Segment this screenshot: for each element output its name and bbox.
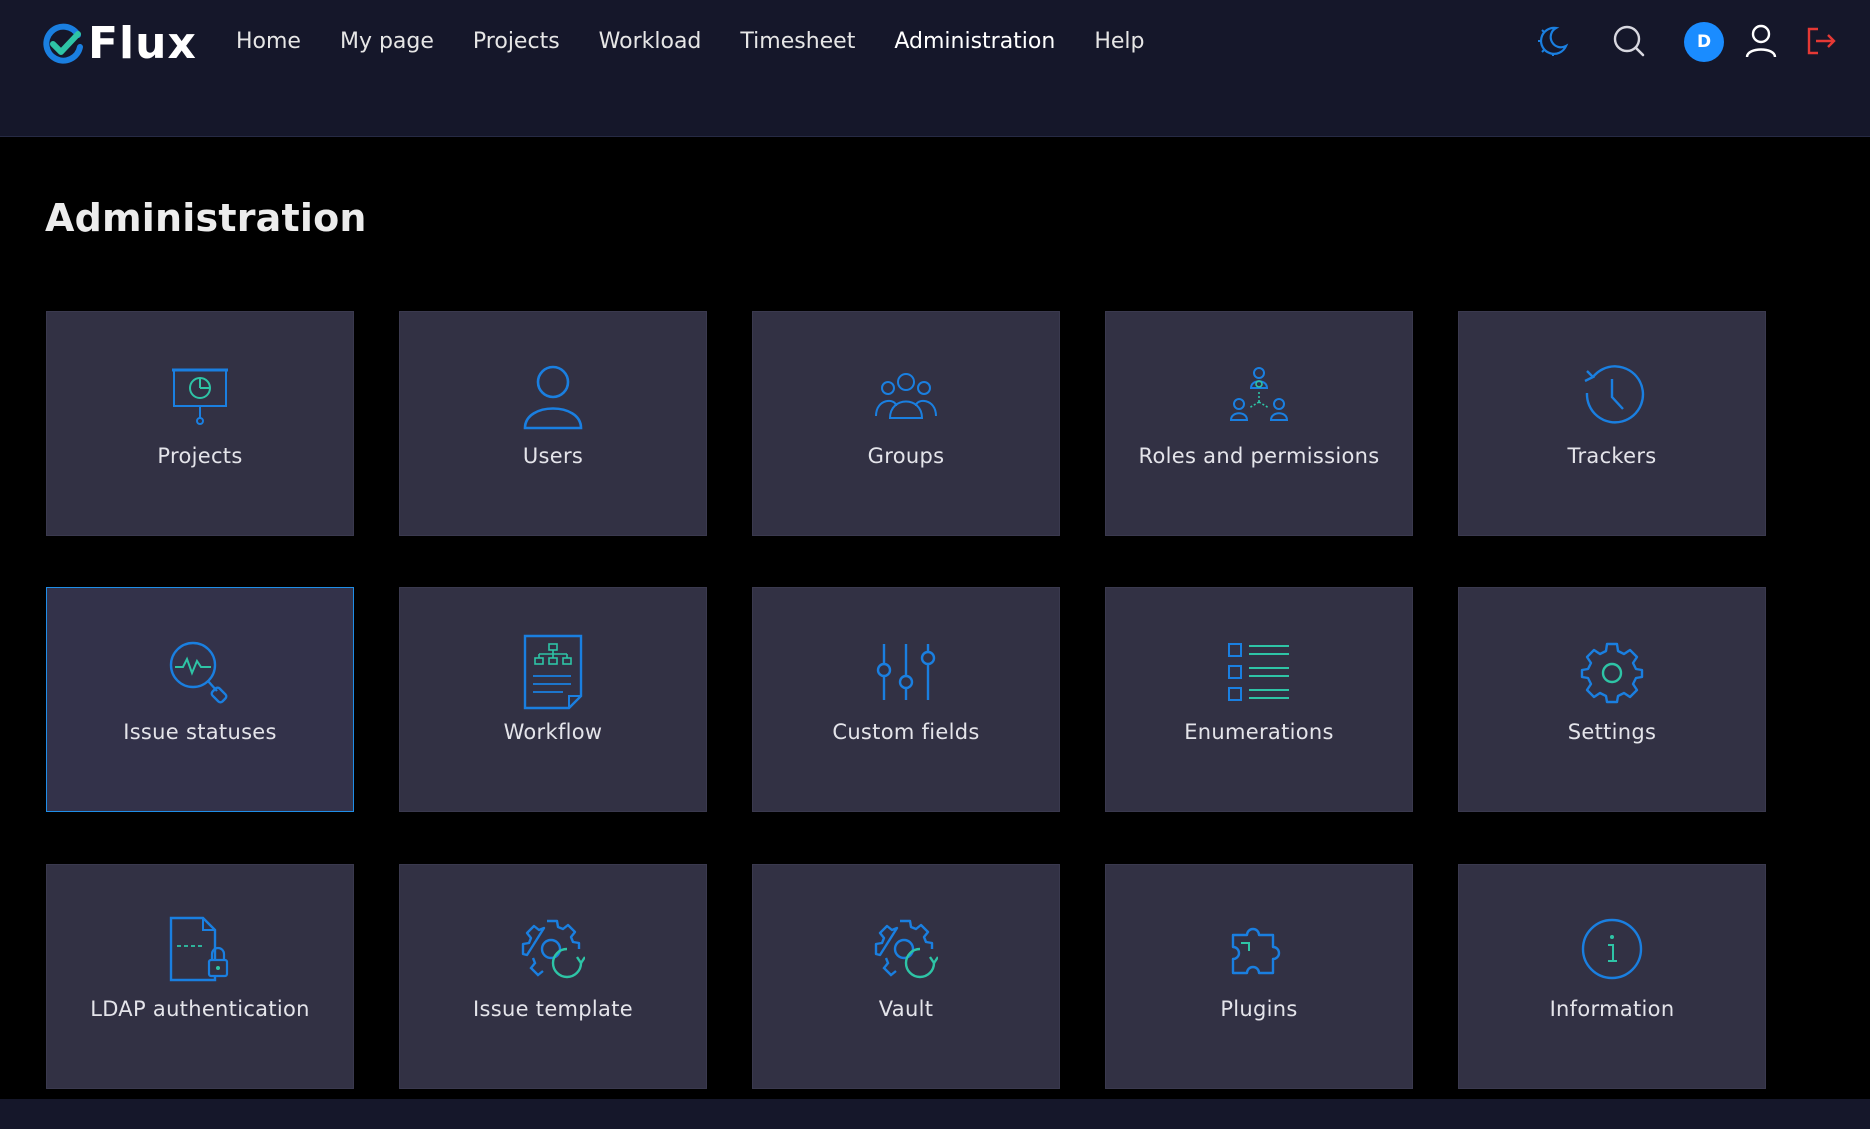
sliders-icon (870, 636, 942, 708)
card-users[interactable]: Users (399, 311, 707, 536)
card-enumerations[interactable]: Enumerations (1105, 587, 1413, 812)
check-logo-icon (43, 23, 83, 64)
page-title: Administration (45, 196, 367, 240)
card-label: Issue template (473, 997, 633, 1021)
gear-refresh-icon (517, 913, 589, 985)
nav-administration[interactable]: Administration (894, 26, 1055, 58)
nav-my-page[interactable]: My page (340, 26, 434, 58)
card-custom-fields[interactable]: Custom fields (752, 587, 1060, 812)
card-roles-and-permissions[interactable]: Roles and permissions (1105, 311, 1413, 536)
group-icon (870, 360, 942, 432)
card-label: Groups (867, 444, 945, 468)
card-vault[interactable]: Vault (752, 864, 1060, 1089)
card-label: Custom fields (832, 720, 980, 744)
avatar[interactable]: D (1684, 22, 1724, 62)
card-label: Settings (1567, 720, 1657, 744)
card-label: LDAP authentication (90, 997, 310, 1021)
presentation-board-icon (164, 360, 236, 432)
nav-timesheet[interactable]: Timesheet (740, 26, 855, 58)
card-ldap-authentication[interactable]: LDAP authentication (46, 864, 354, 1089)
card-plugins[interactable]: Plugins (1105, 864, 1413, 1089)
card-label: Trackers (1567, 444, 1657, 468)
card-workflow[interactable]: Workflow (399, 587, 707, 812)
search-icon[interactable] (1606, 18, 1652, 64)
card-label: Roles and permissions (1138, 444, 1380, 468)
gear-refresh-icon (870, 913, 942, 985)
theme-toggle-icon[interactable] (1530, 18, 1576, 64)
nav-help[interactable]: Help (1094, 26, 1144, 58)
app-logo[interactable]: Flux (42, 20, 197, 68)
gear-icon (1576, 636, 1648, 708)
card-label: Users (522, 444, 584, 468)
app-name: Flux (88, 18, 197, 69)
user-icon[interactable] (1738, 18, 1784, 64)
locked-file-icon (164, 913, 236, 985)
puzzle-icon (1223, 913, 1295, 985)
workflow-document-icon (517, 634, 589, 710)
nav-home[interactable]: Home (236, 26, 301, 58)
card-projects[interactable]: Projects (46, 311, 354, 536)
user-icon (517, 360, 589, 432)
info-icon (1576, 913, 1648, 985)
card-label: Information (1549, 997, 1675, 1021)
card-settings[interactable]: Settings (1458, 587, 1766, 812)
card-information[interactable]: Information (1458, 864, 1766, 1089)
card-issue-statuses[interactable]: Issue statuses (46, 587, 354, 812)
card-trackers[interactable]: Trackers (1458, 311, 1766, 536)
card-label: Enumerations (1184, 720, 1334, 744)
nav-workload[interactable]: Workload (599, 26, 702, 58)
card-label: Projects (157, 444, 243, 468)
top-navigation-bar: Flux Home My page Projects Workload Time… (0, 0, 1870, 137)
clock-history-icon (1576, 360, 1648, 432)
nav-projects[interactable]: Projects (473, 26, 560, 58)
page-footer (0, 1099, 1870, 1129)
search-pulse-icon (164, 636, 236, 708)
roles-icon (1223, 360, 1295, 432)
card-label: Plugins (1220, 997, 1298, 1021)
card-groups[interactable]: Groups (752, 311, 1060, 536)
card-label: Vault (878, 997, 934, 1021)
card-label: Issue statuses (123, 720, 277, 744)
logout-icon[interactable] (1798, 18, 1844, 64)
main-nav: Home My page Projects Workload Timesheet… (236, 26, 1183, 58)
list-icon (1223, 636, 1295, 708)
card-label: Workflow (503, 720, 603, 744)
card-issue-template[interactable]: Issue template (399, 864, 707, 1089)
